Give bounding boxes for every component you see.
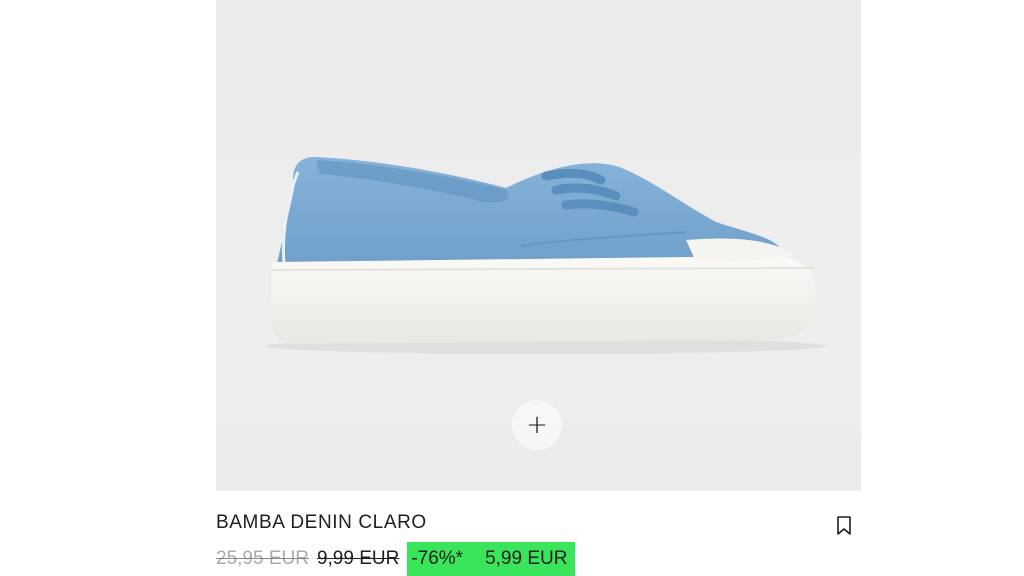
discount-percent: -76%* [411,548,464,569]
add-to-cart-button[interactable]: + [512,400,562,450]
product-card[interactable]: + BAMBA DENIN CLARO 25,95 EUR 9,99 EUR -… [216,0,861,576]
page: + BAMBA DENIN CLARO 25,95 EUR 9,99 EUR -… [0,0,1024,576]
product-title[interactable]: BAMBA DENIN CLARO [216,512,427,534]
current-price: 5,99 EUR [485,548,568,569]
price-row: 25,95 EUR 9,99 EUR -76%* 5,99 EUR [216,542,576,576]
discount-badge: -76%* 5,99 EUR [407,542,576,576]
plus-icon: + [526,410,548,440]
bookmark-icon[interactable] [835,515,853,537]
original-price: 25,95 EUR [216,548,309,569]
previous-price: 9,99 EUR [316,548,400,569]
product-image[interactable]: + [216,0,861,491]
